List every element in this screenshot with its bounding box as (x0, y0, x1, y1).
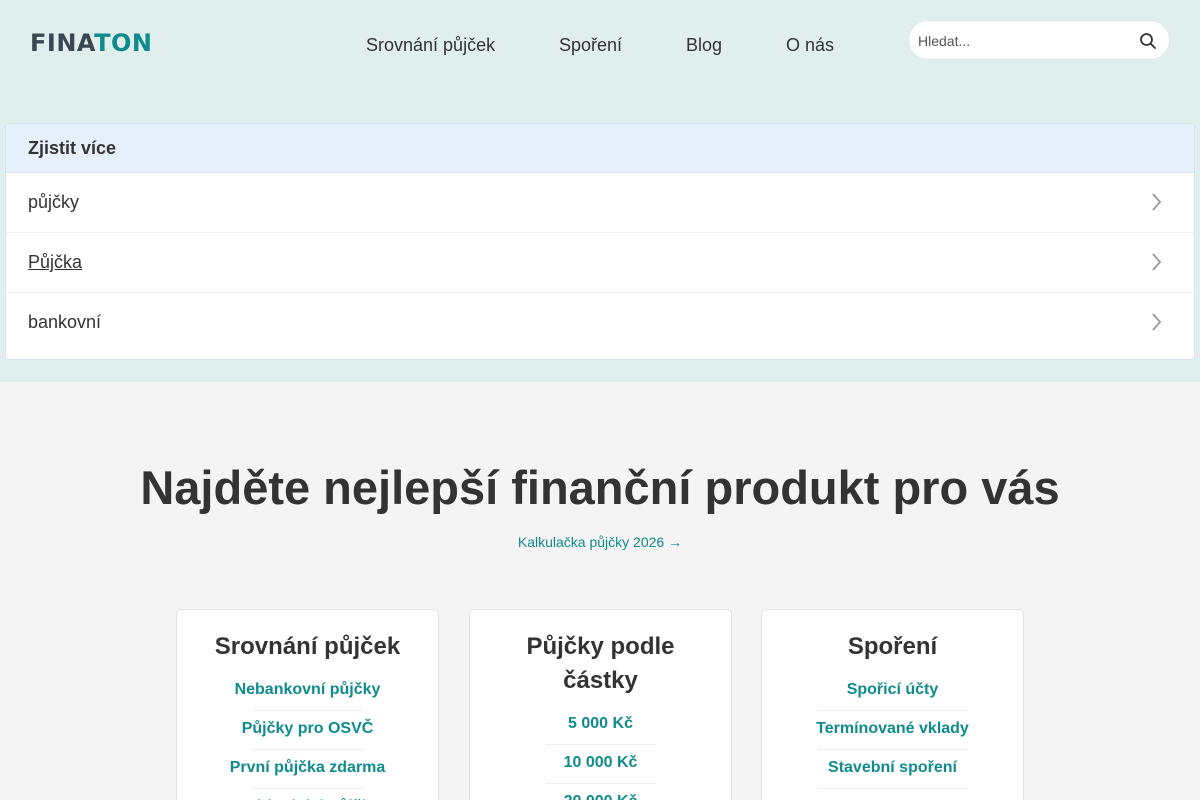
list-item: První půjčka zdarma (230, 750, 385, 789)
nav-item-blog[interactable]: Blog (686, 34, 722, 56)
list-item: Půjčky pro OSVČ (242, 711, 373, 750)
card-link[interactable]: Půjčky pro OSVČ (176, 711, 439, 749)
accordion-item-pujcka[interactable]: Půjčka (6, 233, 1194, 293)
card-link[interactable]: Stavební spoření (761, 750, 1024, 788)
card-link-list: 5 000 Kč 10 000 Kč 20 000 Kč (470, 706, 731, 800)
list-item: 5 000 Kč (545, 706, 656, 745)
card-link[interactable]: Krátkodobé půjčky (176, 789, 439, 800)
card-pujcky-podle-castky: Půjčky podle částky 5 000 Kč 10 000 Kč 2… (469, 609, 732, 800)
card-link[interactable]: 5 000 Kč (469, 706, 732, 744)
list-item: 20 000 Kč (546, 784, 656, 800)
list-item: Nebankovní půjčky (235, 672, 380, 711)
nav-item-srovnani-pujcek[interactable]: Srovnání půjček (366, 34, 495, 56)
search-box (908, 20, 1170, 60)
loan-calculator-link[interactable]: Kalkulačka půjčky 2026 → (0, 533, 1200, 551)
chevron-right-icon (1152, 313, 1162, 331)
list-item: Krátkodobé půjčky (235, 789, 379, 800)
accordion-item-label: půjčky (28, 192, 80, 212)
accordion-item-pujcky[interactable]: půjčky (6, 173, 1194, 233)
list-item: Stavební spoření (817, 750, 968, 789)
search-icon[interactable] (1138, 31, 1158, 51)
nav-item-o-nas[interactable]: O nás (786, 34, 834, 56)
card-link[interactable]: Termínované vklady (761, 711, 1024, 749)
chevron-right-icon (1152, 253, 1162, 271)
card-title: Půjčky podle částky (526, 633, 675, 694)
card-link[interactable]: Spořicí účty (761, 672, 1024, 710)
nav-item-sporeni[interactable]: Spoření (559, 34, 622, 56)
card-link-list: Spořicí účty Termínované vklady Stavební… (762, 672, 1023, 789)
accordion-panel: Zjistit více půjčky Půjčka bankovní (5, 123, 1195, 360)
card-link[interactable]: První půjčka zdarma (176, 750, 439, 788)
card-title: Spoření (847, 633, 938, 660)
accordion-item-label[interactable]: Půjčka (28, 252, 82, 272)
brand-logo[interactable]: FINATON (30, 29, 152, 57)
card-sporeni: Spoření Spořicí účty Termínované vklady … (761, 609, 1024, 800)
chevron-right-icon (1152, 193, 1162, 211)
card-link-list: Nebankovní půjčky Půjčky pro OSVČ První … (177, 672, 438, 800)
card-link[interactable]: 20 000 Kč (469, 784, 732, 800)
card-title: Srovnání půjček (214, 633, 401, 660)
hero-title: Najděte nejlepší finanční produkt pro vá… (140, 461, 1060, 514)
list-item: Termínované vklady (816, 711, 969, 750)
accordion-item-label: bankovní (28, 312, 102, 332)
search-input[interactable] (918, 30, 1118, 52)
accordion-item-bankovni[interactable]: bankovní (6, 293, 1194, 353)
card-link[interactable]: Nebankovní půjčky (176, 672, 439, 710)
list-item: Spořicí účty (817, 672, 968, 711)
accordion-header: Zjistit více (6, 124, 1194, 173)
list-item: 10 000 Kč (545, 745, 656, 784)
card-srovnani-pujcek: Srovnání půjček Nebankovní půjčky Půjčky… (176, 609, 439, 800)
card-link[interactable]: 10 000 Kč (469, 745, 732, 783)
